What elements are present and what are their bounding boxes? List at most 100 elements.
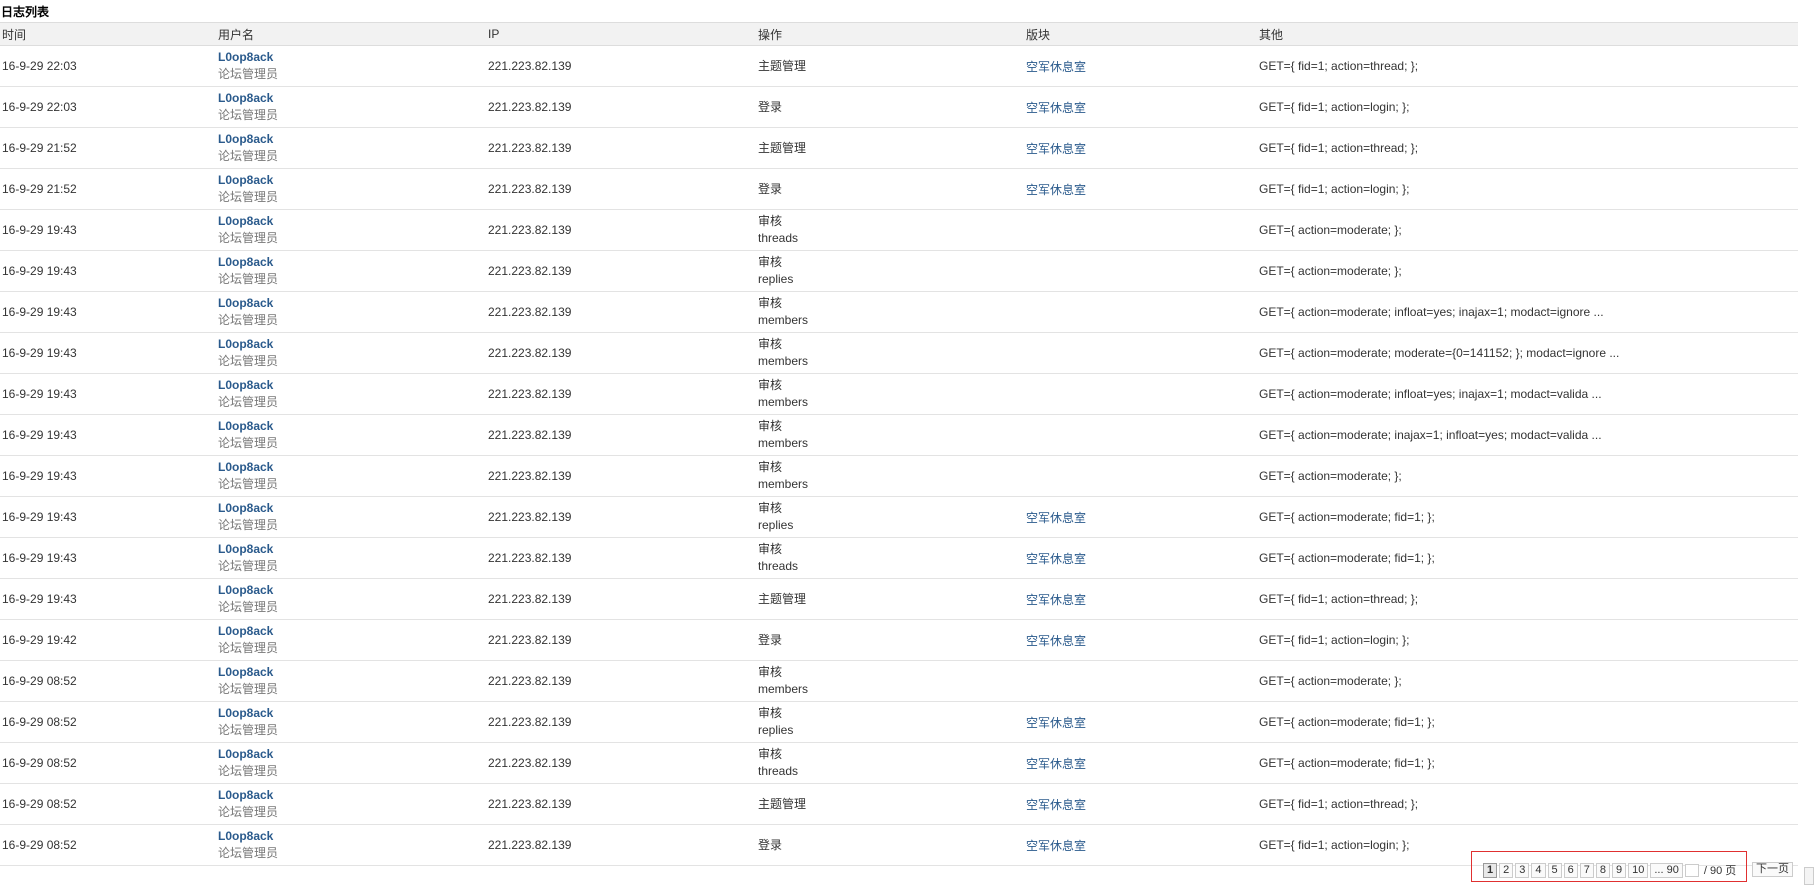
username-link[interactable]: L0op8ack — [218, 418, 486, 435]
username-link[interactable]: L0op8ack — [218, 623, 486, 640]
forum-link[interactable]: 空军休息室 — [1026, 593, 1086, 607]
cell-user: L0op8ack 论坛管理员 — [216, 824, 486, 866]
cell-forum: 空军休息室 — [1024, 701, 1257, 743]
cell-other: GET={ action=moderate; fid=1; }; — [1257, 496, 1798, 538]
table-row: 16-9-29 08:52 L0op8ack 论坛管理员 221.223.82.139… — [0, 742, 1798, 784]
cell-other: GET={ action=moderate; fid=1; }; — [1257, 701, 1798, 743]
scrollbar-corner[interactable] — [1804, 867, 1814, 885]
username-link[interactable]: L0op8ack — [218, 746, 486, 763]
cell-forum: 空军休息室 — [1024, 619, 1257, 661]
column-header-operation: 操作 — [756, 22, 1024, 46]
cell-forum: 空军休息室 — [1024, 742, 1257, 784]
username-link[interactable]: L0op8ack — [218, 172, 486, 189]
username-link[interactable]: L0op8ack — [218, 459, 486, 476]
forum-link[interactable]: 空军休息室 — [1026, 716, 1086, 730]
operation-text: 审核 — [758, 419, 783, 433]
forum-link[interactable]: 空军休息室 — [1026, 757, 1086, 771]
forum-link[interactable]: 空军休息室 — [1026, 142, 1086, 156]
cell-other: GET={ fid=1; action=login; }; — [1257, 168, 1798, 210]
cell-time: 16-9-29 08:52 — [0, 742, 216, 784]
cell-ip: 221.223.82.139 — [486, 824, 756, 866]
user-role: 论坛管理员 — [218, 518, 279, 532]
cell-time: 16-9-29 19:43 — [0, 496, 216, 538]
operation-text: 审核 — [758, 214, 783, 228]
highlight-box — [1471, 851, 1747, 882]
cell-user: L0op8ack 论坛管理员 — [216, 496, 486, 538]
operation-text: 审核 — [758, 665, 783, 679]
cell-other: GET={ fid=1; action=thread; }; — [1257, 578, 1798, 620]
cell-other: GET={ action=moderate; }; — [1257, 660, 1798, 702]
operation-detail: threads — [758, 764, 799, 778]
forum-link[interactable]: 空军休息室 — [1026, 511, 1086, 525]
cell-time: 16-9-29 19:43 — [0, 537, 216, 579]
cell-other: GET={ action=moderate; infloat=yes; inaj… — [1257, 373, 1798, 415]
username-link[interactable]: L0op8ack — [218, 254, 486, 271]
username-link[interactable]: L0op8ack — [218, 377, 486, 394]
username-link[interactable]: L0op8ack — [218, 541, 486, 558]
forum-link[interactable]: 空军休息室 — [1026, 798, 1086, 812]
username-link[interactable]: L0op8ack — [218, 295, 486, 312]
table-row: 16-9-29 22:03 L0op8ack 论坛管理员 221.223.82.139… — [0, 45, 1798, 87]
cell-other: GET={ action=moderate; }; — [1257, 455, 1798, 497]
forum-link[interactable]: 空军休息室 — [1026, 60, 1086, 74]
cell-other: GET={ action=moderate; fid=1; }; — [1257, 742, 1798, 784]
cell-forum — [1024, 660, 1257, 702]
username-link[interactable]: L0op8ack — [218, 336, 486, 353]
cell-other: GET={ fid=1; action=thread; }; — [1257, 783, 1798, 825]
operation-detail: members — [758, 682, 809, 696]
username-link[interactable]: L0op8ack — [218, 90, 486, 107]
user-role: 论坛管理员 — [218, 149, 279, 163]
user-role: 论坛管理员 — [218, 436, 279, 450]
cell-ip: 221.223.82.139 — [486, 496, 756, 538]
cell-ip: 221.223.82.139 — [486, 783, 756, 825]
username-link[interactable]: L0op8ack — [218, 705, 486, 722]
forum-link[interactable]: 空军休息室 — [1026, 101, 1086, 115]
cell-other: GET={ action=moderate; infloat=yes; inaj… — [1257, 291, 1798, 333]
cell-other: GET={ fid=1; action=thread; }; — [1257, 127, 1798, 169]
cell-user: L0op8ack 论坛管理员 — [216, 660, 486, 702]
user-role: 论坛管理员 — [218, 600, 279, 614]
cell-time: 16-9-29 08:52 — [0, 783, 216, 825]
username-link[interactable]: L0op8ack — [218, 131, 486, 148]
table-row: 16-9-29 19:42 L0op8ack 论坛管理员 221.223.82.139… — [0, 619, 1798, 661]
cell-operation: 审核 members — [756, 455, 1024, 497]
forum-link[interactable]: 空军休息室 — [1026, 183, 1086, 197]
table-row: 16-9-29 21:52 L0op8ack 论坛管理员 221.223.82.139… — [0, 168, 1798, 210]
username-link[interactable]: L0op8ack — [218, 213, 486, 230]
user-role: 论坛管理员 — [218, 190, 279, 204]
operation-detail: replies — [758, 518, 794, 532]
cell-forum: 空军休息室 — [1024, 824, 1257, 866]
username-link[interactable]: L0op8ack — [218, 828, 486, 845]
table-row: 16-9-29 19:43 L0op8ack 论坛管理员 221.223.82.139… — [0, 537, 1798, 579]
operation-text: 审核 — [758, 460, 783, 474]
cell-time: 16-9-29 22:03 — [0, 45, 216, 87]
cell-operation: 审核 replies — [756, 701, 1024, 743]
user-role: 论坛管理员 — [218, 477, 279, 491]
operation-text: 登录 — [758, 632, 783, 647]
cell-time: 16-9-29 21:52 — [0, 168, 216, 210]
cell-operation: 主题管理 — [756, 783, 1024, 825]
username-link[interactable]: L0op8ack — [218, 49, 486, 66]
cell-operation: 登录 — [756, 824, 1024, 866]
cell-user: L0op8ack 论坛管理员 — [216, 455, 486, 497]
cell-operation: 审核 threads — [756, 209, 1024, 251]
username-link[interactable]: L0op8ack — [218, 787, 486, 804]
operation-detail: members — [758, 313, 809, 327]
table-row: 16-9-29 19:43 L0op8ack 论坛管理员 221.223.82.139… — [0, 209, 1798, 251]
cell-user: L0op8ack 论坛管理员 — [216, 45, 486, 87]
forum-link[interactable]: 空军休息室 — [1026, 839, 1086, 853]
cell-user: L0op8ack 论坛管理员 — [216, 619, 486, 661]
next-page-button[interactable]: 下一页 — [1752, 862, 1793, 877]
cell-user: L0op8ack 论坛管理员 — [216, 209, 486, 251]
cell-user: L0op8ack 论坛管理员 — [216, 332, 486, 374]
username-link[interactable]: L0op8ack — [218, 500, 486, 517]
operation-text: 登录 — [758, 837, 783, 852]
cell-ip: 221.223.82.139 — [486, 373, 756, 415]
forum-link[interactable]: 空军休息室 — [1026, 634, 1086, 648]
forum-link[interactable]: 空军休息室 — [1026, 552, 1086, 566]
cell-time: 16-9-29 08:52 — [0, 824, 216, 866]
user-role: 论坛管理员 — [218, 559, 279, 573]
username-link[interactable]: L0op8ack — [218, 582, 486, 599]
username-link[interactable]: L0op8ack — [218, 664, 486, 681]
user-role: 论坛管理员 — [218, 231, 279, 245]
